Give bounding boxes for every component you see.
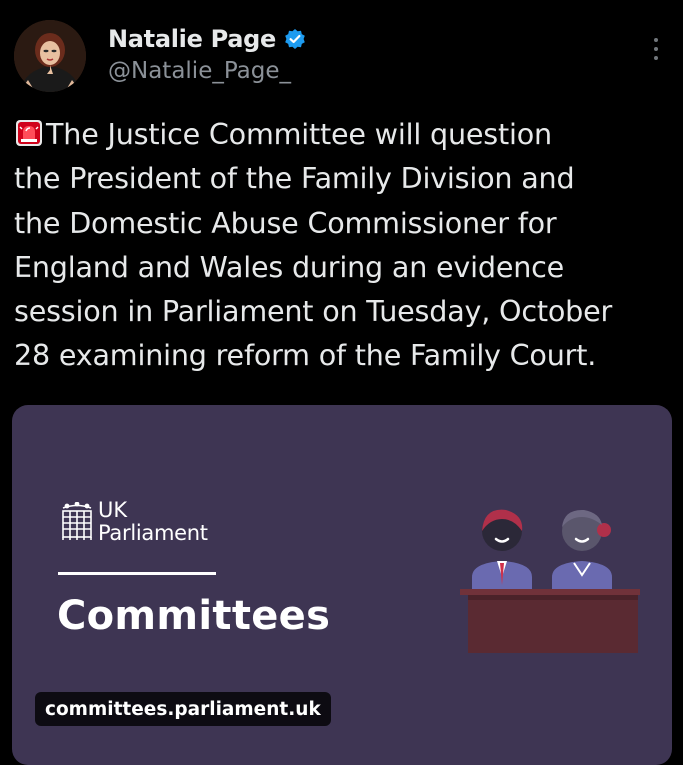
author-name-row[interactable]: Natalie Page xyxy=(108,25,306,53)
card-domain-label[interactable]: committees.parliament.uk xyxy=(35,692,331,726)
tweet-body: The Justice Committee will question the … xyxy=(14,112,674,378)
more-options-icon[interactable] xyxy=(648,38,664,64)
author-handle[interactable]: @Natalie_Page_ xyxy=(108,58,291,84)
brand-line-uk: UK xyxy=(98,498,128,522)
card-domain-text[interactable]: committees.parliament.uk xyxy=(45,699,321,720)
tweet-text: The Justice Committee will question the … xyxy=(14,117,613,373)
committee-panel-illustration xyxy=(460,509,640,653)
avatar-image xyxy=(14,20,86,92)
card-heading: Committees xyxy=(57,593,331,639)
portcullis-icon xyxy=(62,502,92,540)
verified-badge-icon xyxy=(284,28,306,50)
author-avatar[interactable] xyxy=(14,20,86,92)
card-divider xyxy=(58,572,216,575)
siren-emoji-icon xyxy=(14,116,44,146)
author-display-name[interactable]: Natalie Page xyxy=(108,25,276,53)
link-preview-card[interactable]: UK Parliament Committees committees.parl… xyxy=(12,405,672,765)
brand-line-parliament: Parliament xyxy=(98,521,208,545)
